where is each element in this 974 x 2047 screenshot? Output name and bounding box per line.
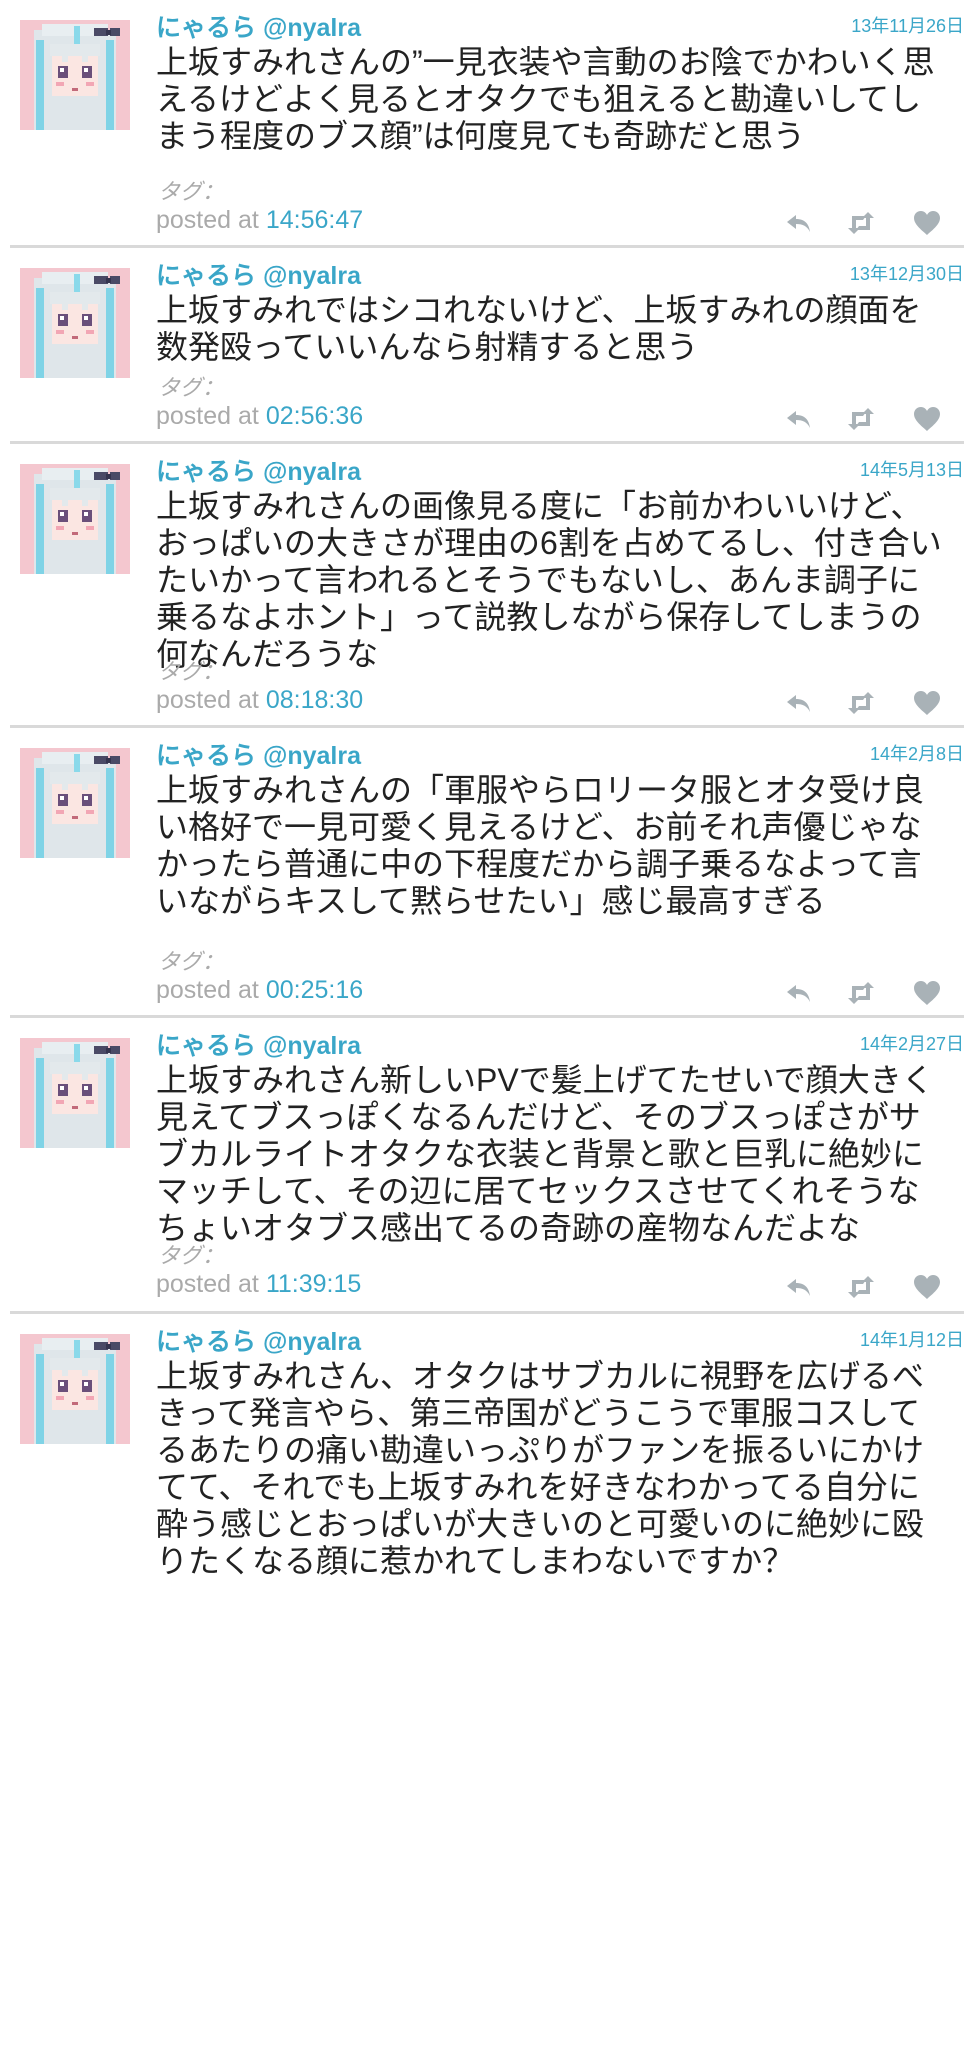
tweet-actions	[782, 976, 954, 1010]
reply-icon[interactable]	[782, 686, 816, 720]
posted-at-label: posted at	[156, 402, 259, 430]
retweet-icon[interactable]	[844, 976, 878, 1010]
tweet-card: にゃるら @nyalra 14年5月13日 上坂すみれさんの画像見る度に「お前か…	[0, 444, 974, 728]
tweet-text: 上坂すみれではシコれないけど、上坂すみれの顔面を数発殴っていいんなら射精すると思…	[156, 292, 922, 365]
tweet-actions	[782, 402, 954, 436]
tweet-date[interactable]: 14年5月13日	[860, 456, 964, 482]
tweet-actions	[782, 1270, 954, 1304]
user-avatar[interactable]	[20, 464, 130, 574]
tweet-date[interactable]: 14年2月8日	[870, 740, 964, 766]
heart-icon[interactable]	[910, 686, 944, 720]
tweet-date[interactable]: 13年11月26日	[851, 12, 964, 38]
user-handle: @nyalra	[262, 458, 362, 486]
heart-icon[interactable]	[910, 402, 944, 436]
heart-icon[interactable]	[910, 976, 944, 1010]
tweet-text: 上坂すみれさんの”一見衣装や言動のお陰でかわいく思えるけどよく見るとオタクでも狙…	[156, 44, 935, 154]
tag-label: タグ：	[158, 1243, 225, 1268]
heart-icon[interactable]	[910, 1270, 944, 1304]
posted-at-label: posted at	[156, 976, 259, 1004]
user-display-name: にゃるら	[156, 1032, 257, 1060]
user-avatar[interactable]	[20, 268, 130, 378]
user-avatar[interactable]	[20, 20, 130, 130]
user-handle: @nyalra	[262, 742, 362, 770]
tweet-card: にゃるら @nyalra 14年2月27日 上坂すみれさん新しいPVで髪上げてた…	[0, 1018, 974, 1314]
user-avatar[interactable]	[20, 748, 130, 858]
reply-icon[interactable]	[782, 206, 816, 240]
tweet-date[interactable]: 13年12月30日	[850, 260, 964, 286]
posted-at: posted at 08:18:30	[156, 686, 363, 715]
tweet-actions	[782, 206, 954, 240]
posted-at: posted at 00:25:16	[156, 976, 363, 1005]
user-name-handle[interactable]: にゃるら @nyalra	[156, 736, 361, 772]
posted-time[interactable]: 08:18:30	[266, 686, 363, 714]
posted-at: posted at 02:56:36	[156, 402, 363, 431]
tweet-text: 上坂すみれさんの画像見る度に「お前かわいいけど、おっぱいの大きさが理由の6割を占…	[156, 488, 942, 672]
posted-at-label: posted at	[156, 206, 259, 234]
posted-time[interactable]: 02:56:36	[266, 402, 363, 430]
user-display-name: にゃるら	[156, 14, 257, 42]
user-display-name: にゃるら	[156, 458, 257, 486]
tweet-card: にゃるら @nyalra 14年1月12日 上坂すみれさん、オタクはサブカルに視…	[0, 1314, 974, 2047]
posted-time[interactable]: 11:39:15	[266, 1270, 361, 1298]
user-display-name: にゃるら	[156, 1328, 257, 1356]
posted-at-label: posted at	[156, 686, 259, 714]
posted-time[interactable]: 14:56:47	[266, 206, 363, 234]
retweet-icon[interactable]	[844, 206, 878, 240]
tweet-date[interactable]: 14年2月27日	[860, 1030, 964, 1056]
retweet-icon[interactable]	[844, 686, 878, 720]
tag-label: タグ：	[158, 659, 225, 684]
user-display-name: にゃるら	[156, 262, 257, 290]
tweet-card: にゃるら @nyalra 14年2月8日 上坂すみれさんの「軍服やらロリータ服と…	[0, 728, 974, 1018]
user-handle: @nyalra	[262, 14, 362, 42]
reply-icon[interactable]	[782, 976, 816, 1010]
tag-label: タグ：	[158, 179, 225, 204]
tweet-card: にゃるら @nyalra 13年12月30日 上坂すみれではシコれないけど、上坂…	[0, 248, 974, 444]
tag-label: タグ：	[158, 375, 225, 400]
posted-time[interactable]: 00:25:16	[266, 976, 363, 1004]
user-display-name: にゃるら	[156, 742, 257, 770]
tweet-text: 上坂すみれさん新しいPVで髪上げてたせいで顔大きく見えてブスっぽくなるんだけど、…	[156, 1062, 934, 1246]
user-name-handle[interactable]: にゃるら @nyalra	[156, 256, 361, 292]
user-avatar[interactable]	[20, 1334, 130, 1444]
user-handle: @nyalra	[262, 1032, 362, 1060]
posted-at: posted at 11:39:15	[156, 1270, 361, 1299]
tweet-card: にゃるら @nyalra 13年11月26日 上坂すみれさんの”一見衣装や言動の…	[0, 0, 974, 248]
user-name-handle[interactable]: にゃるら @nyalra	[156, 1322, 361, 1358]
tweet-actions	[782, 686, 954, 720]
tweet-text: 上坂すみれさん、オタクはサブカルに視野を広げるべきって発言やら、第三帝国がどうこ…	[156, 1358, 925, 1579]
user-handle: @nyalra	[262, 1328, 362, 1356]
posted-at-label: posted at	[156, 1270, 259, 1298]
retweet-icon[interactable]	[844, 402, 878, 436]
tag-label: タグ：	[158, 949, 225, 974]
user-name-handle[interactable]: にゃるら @nyalra	[156, 8, 361, 44]
user-avatar[interactable]	[20, 1038, 130, 1148]
tweet-text: 上坂すみれさんの「軍服やらロリータ服とオタ受け良い格好で一見可愛く見えるけど、お…	[156, 772, 925, 919]
reply-icon[interactable]	[782, 402, 816, 436]
user-handle: @nyalra	[262, 262, 362, 290]
posted-at: posted at 14:56:47	[156, 206, 363, 235]
retweet-icon[interactable]	[844, 1270, 878, 1304]
heart-icon[interactable]	[910, 206, 944, 240]
reply-icon[interactable]	[782, 1270, 816, 1304]
tweet-date[interactable]: 14年1月12日	[860, 1326, 964, 1352]
user-name-handle[interactable]: にゃるら @nyalra	[156, 1026, 361, 1062]
user-name-handle[interactable]: にゃるら @nyalra	[156, 452, 361, 488]
